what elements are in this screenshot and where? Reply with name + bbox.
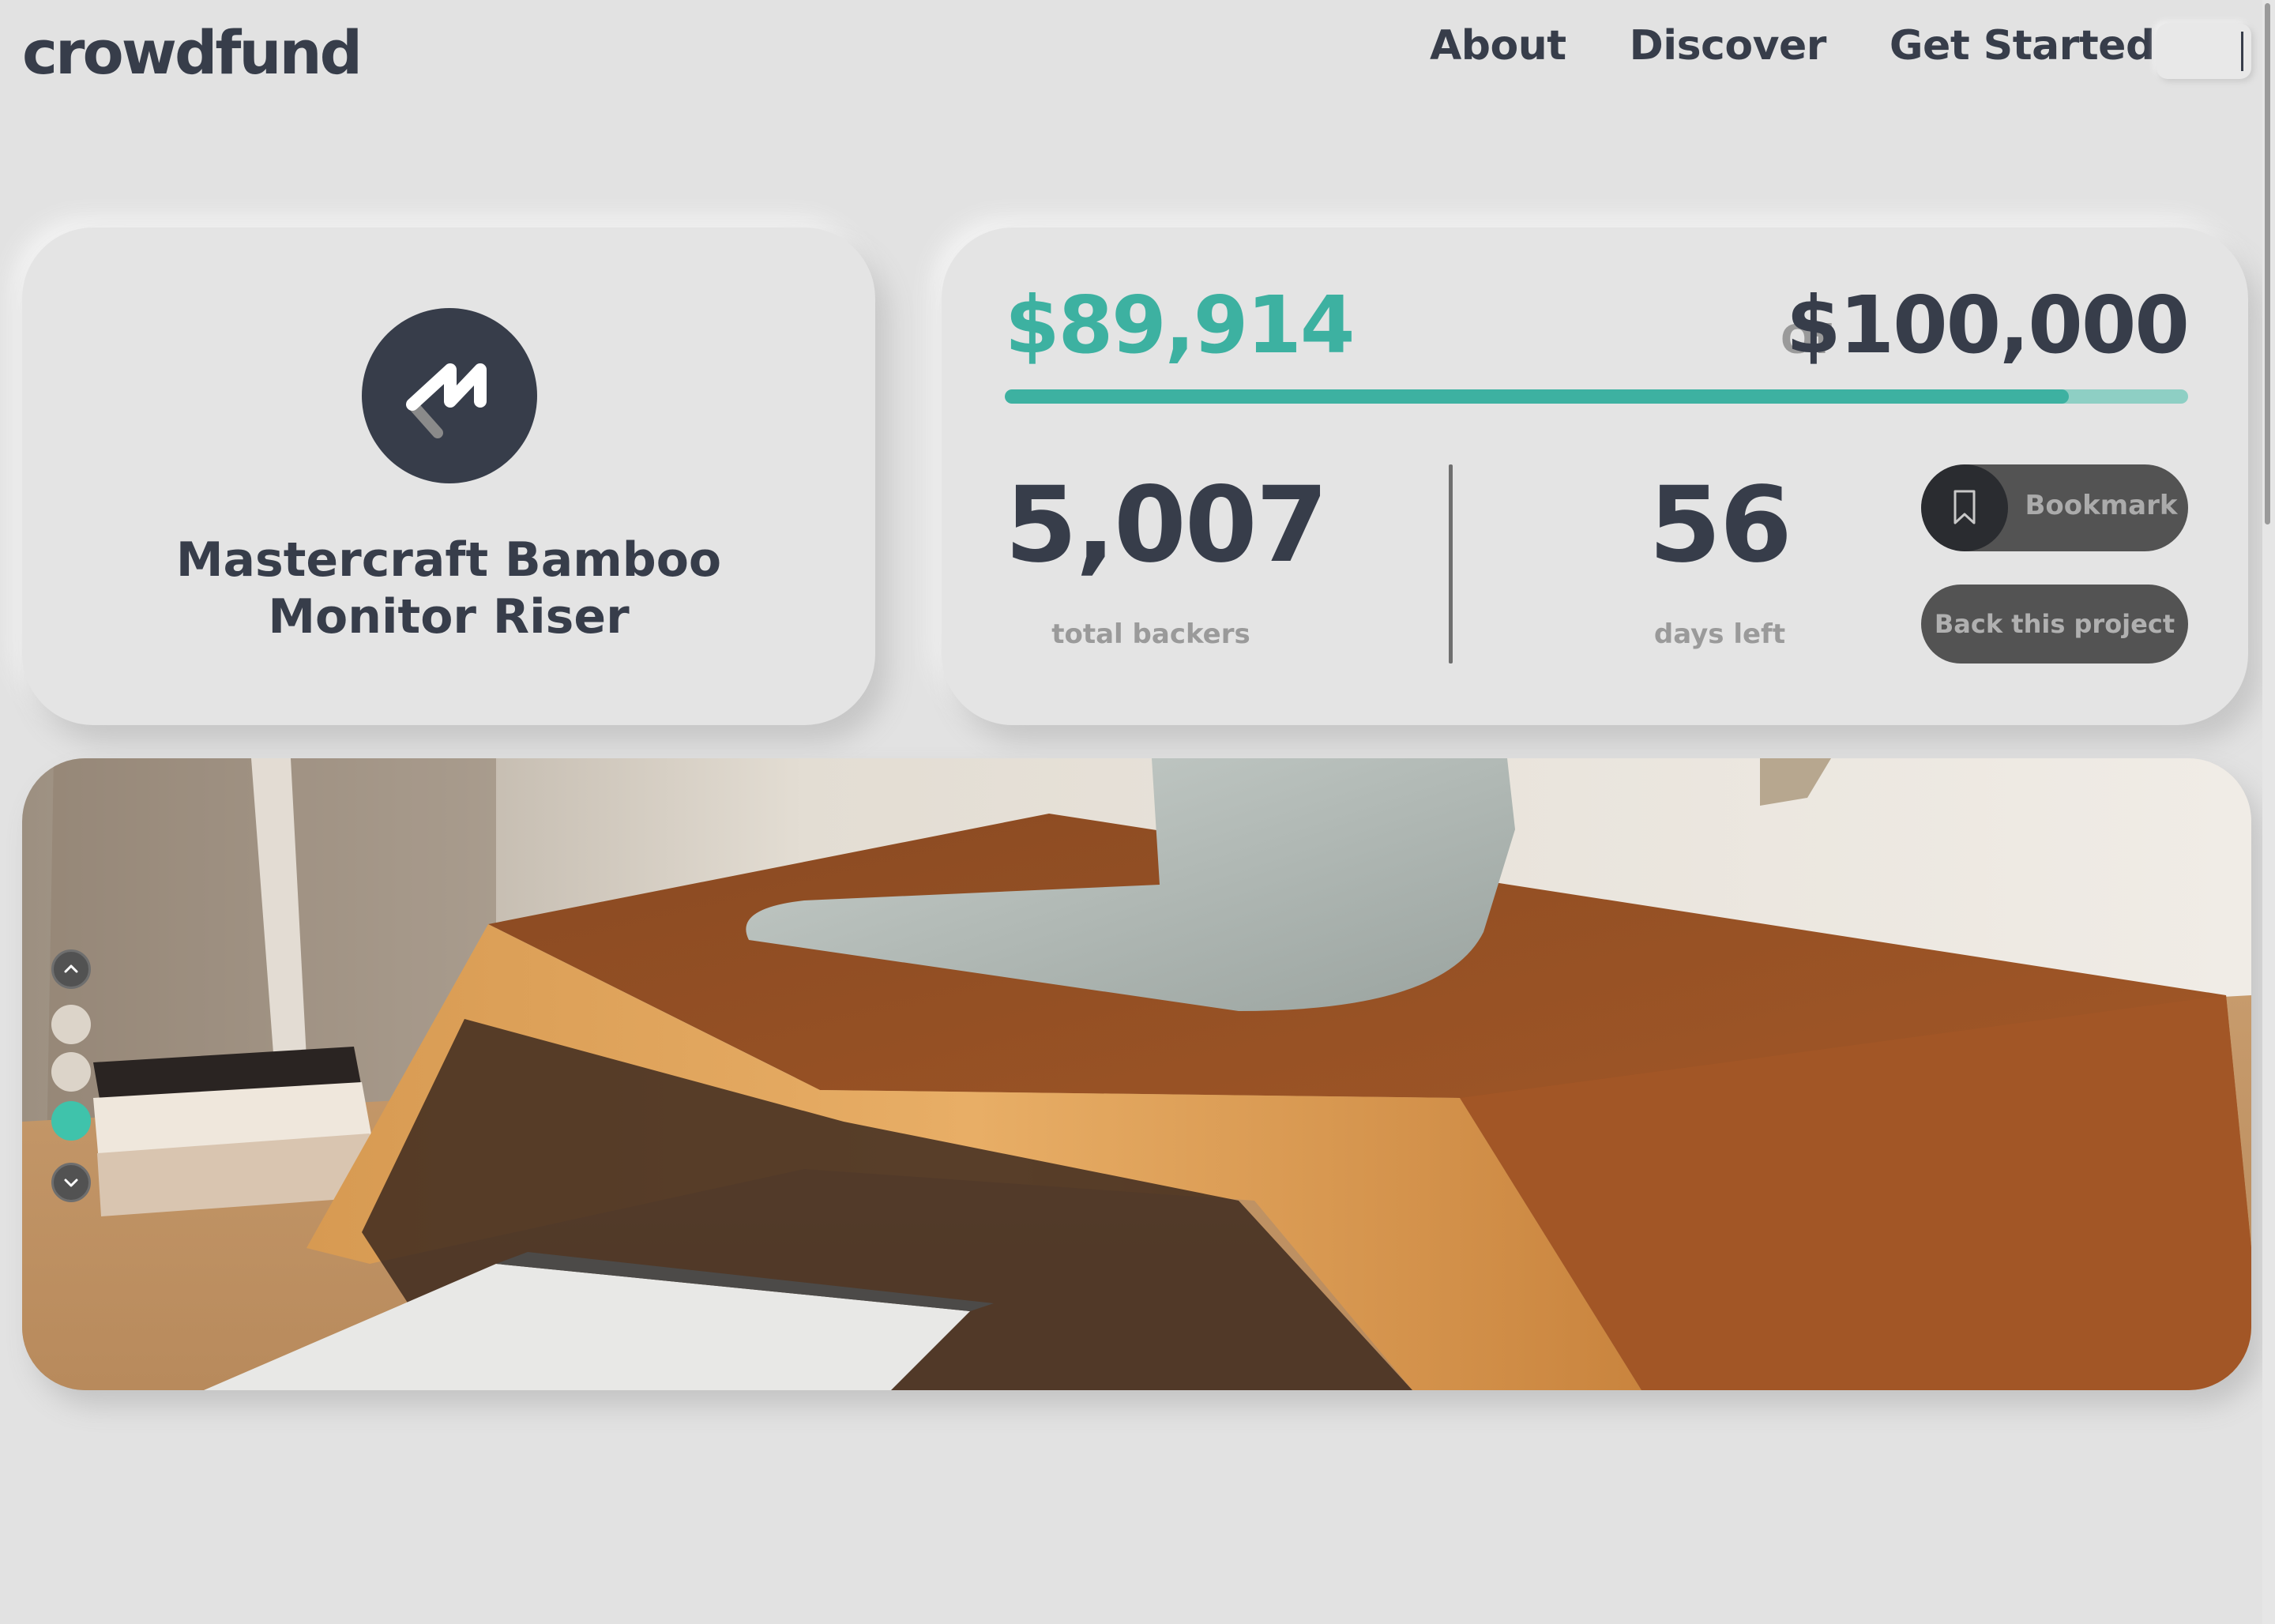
gallery-next-button[interactable] [51, 1163, 91, 1202]
nav-link-discover[interactable]: Discover [1630, 22, 1827, 70]
nav-link-get-started[interactable]: Get Started [1890, 22, 2155, 70]
project-card: Mastercraft Bamboo Monitor Riser [22, 227, 875, 725]
project-title: Mastercraft Bamboo Monitor Riser [54, 532, 844, 645]
bookmark-label: Bookmark [2025, 490, 2178, 521]
toggle-indicator [2241, 32, 2243, 71]
bookmark-button[interactable]: Bookmark [1921, 464, 2188, 551]
bookmark-icon-circle [1921, 464, 2008, 551]
days-left-value: 56 [1649, 464, 1792, 586]
gallery-dot-3-active[interactable] [51, 1101, 91, 1141]
scrollbar-thumb[interactable] [2265, 3, 2270, 524]
project-title-line-2: Monitor Riser [268, 589, 630, 645]
product-photo [22, 758, 2251, 1390]
brand-logo[interactable]: crowdfund [22, 17, 363, 88]
page: crowdfund About Discover Get Started Mas… [0, 0, 2275, 1624]
main-nav: About Discover Get Started [1430, 22, 2155, 70]
gallery-dot-2[interactable] [51, 1052, 91, 1092]
gallery-prev-button[interactable] [51, 949, 91, 989]
chevron-up-icon [64, 964, 78, 973]
amount-raised: $89,914 [1005, 279, 1355, 371]
funding-goal: $100,000 [1785, 279, 2190, 371]
mastercraft-logo-icon [362, 308, 537, 483]
total-backers-value: 5,007 [1005, 464, 1329, 586]
back-project-button[interactable]: Back this project [1921, 585, 2188, 664]
chevron-down-icon [64, 1179, 78, 1187]
gallery-dot-1[interactable] [51, 1005, 91, 1044]
bookmark-icon [1953, 490, 1976, 524]
theme-toggle[interactable] [2157, 24, 2251, 79]
days-left-label: days left [1653, 618, 1786, 650]
funding-progress-bar [1005, 389, 2188, 404]
product-image-gallery [22, 758, 2251, 1390]
funding-progress-fill [1005, 389, 2069, 404]
total-backers-label: total backers [1051, 618, 1250, 650]
page-scrollbar[interactable] [2262, 0, 2275, 1624]
project-title-line-1: Mastercraft Bamboo [175, 532, 722, 588]
funding-card: $89,914 Of $100,000 5,007 total backers … [942, 227, 2248, 725]
nav-link-about[interactable]: About [1430, 22, 1566, 70]
stats-divider [1449, 464, 1453, 664]
